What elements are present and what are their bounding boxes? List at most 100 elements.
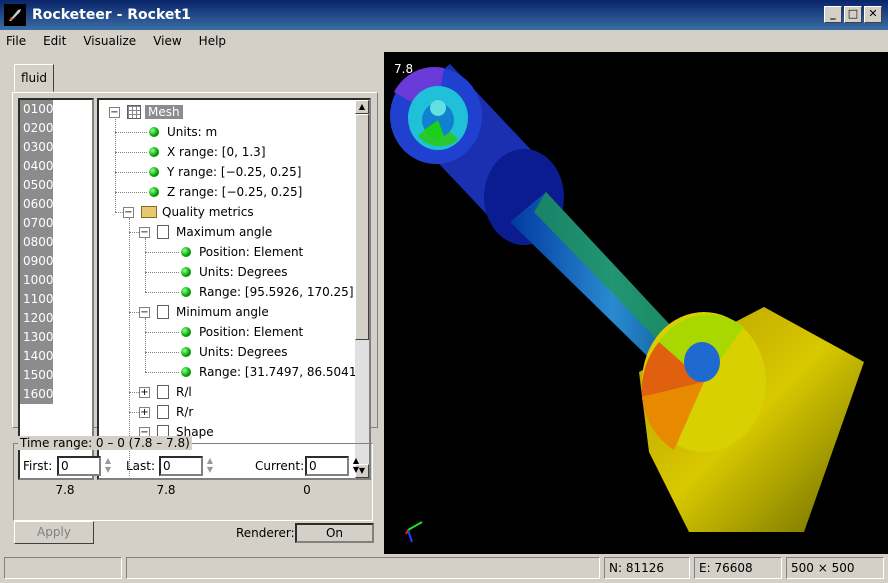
current-time-value: 0 (303, 483, 311, 497)
tree-node-minimum-angle[interactable]: − Minimum angle (139, 302, 269, 322)
list-item[interactable]: 0900 (20, 252, 54, 271)
current-spinner-icon[interactable]: ▲ ▼ (350, 456, 362, 476)
leaf-dot-icon (181, 347, 191, 357)
apply-button[interactable]: Apply (14, 521, 94, 544)
leaf-dot-icon (181, 267, 191, 277)
first-field[interactable]: 0 (57, 456, 101, 476)
tree-leaf-label: Range: [31.7497, 86.5041] (199, 365, 362, 379)
list-item[interactable]: 0300 (20, 138, 54, 157)
renderer-toggle[interactable]: On (295, 523, 374, 543)
list-item[interactable]: 0800 (20, 233, 54, 252)
mesh-icon (127, 105, 141, 119)
tree-leaf-label: Position: Element (199, 245, 304, 259)
tree-leaf-z-range[interactable]: Z range: [−0.25, 0.25] (149, 182, 302, 202)
tree-leaf-label: Range: [95.5926, 170.25] (199, 285, 354, 299)
viewport-size: 500 × 500 (786, 557, 884, 579)
tree-leaf-units[interactable]: Units: m (149, 122, 217, 142)
list-item[interactable]: 0200 (20, 119, 54, 138)
list-item[interactable]: 1200 (20, 309, 54, 328)
scroll-thumb[interactable] (355, 114, 369, 340)
expand-icon[interactable]: + (139, 406, 150, 418)
tree-leaf-min-position[interactable]: Position: Element (181, 322, 303, 342)
collapse-icon[interactable]: − (109, 106, 120, 118)
expand-icon[interactable]: + (139, 386, 150, 398)
axis-z-icon (407, 529, 413, 543)
first-time-value: 7.8 (55, 483, 75, 497)
leaf-dot-icon (149, 147, 159, 157)
tree-leaf-max-position[interactable]: Position: Element (181, 242, 303, 262)
tree-leaf-label: Units: Degrees (199, 265, 288, 279)
menu-view[interactable]: View (147, 34, 186, 48)
tree-node-label: Quality metrics (162, 205, 254, 219)
document-icon (157, 405, 169, 419)
tree-node-label: R/l (176, 385, 192, 399)
list-item[interactable]: 1100 (20, 290, 54, 309)
menu-edit[interactable]: Edit (37, 34, 71, 48)
tree-leaf-max-units[interactable]: Units: Degrees (181, 262, 287, 282)
time-range-group: Time range: 0 – 0 (7.8 – 7.8) First: 0 ▲… (13, 436, 373, 521)
collapse-icon[interactable]: − (139, 226, 150, 238)
scroll-up-icon[interactable]: ▲ (355, 100, 369, 114)
menu-bar: File Edit Visualize View Help (0, 30, 888, 52)
list-item[interactable]: 0100 (20, 100, 54, 119)
status-bar: N: 81126 E: 76608 500 × 500 (0, 554, 888, 583)
maximize-button[interactable]: □ (844, 6, 862, 23)
leaf-dot-icon (149, 187, 159, 197)
leaf-dot-icon (181, 287, 191, 297)
tree-leaf-min-units[interactable]: Units: Degrees (181, 342, 287, 362)
render-viewport[interactable]: 7.8 (384, 52, 888, 554)
document-icon (157, 305, 169, 319)
node-count: N: 81126 (604, 557, 690, 579)
collapse-icon[interactable]: − (139, 306, 150, 318)
list-item[interactable]: 1000 (20, 271, 54, 290)
tree-node-label: Minimum angle (176, 305, 269, 319)
attribute-tree[interactable]: − Mesh Units: m X range: [0, 1.3] Y rang… (97, 98, 371, 480)
tree-leaf-y-range[interactable]: Y range: [−0.25, 0.25] (149, 162, 301, 182)
minimize-button[interactable]: _ (824, 6, 842, 23)
tree-node-mesh[interactable]: − Mesh (109, 102, 183, 122)
tree-leaf-label: Position: Element (199, 325, 304, 339)
tree-node-rr[interactable]: + R/r (139, 402, 193, 422)
tab-fluid[interactable]: fluid (14, 64, 54, 92)
left-pane: fluid 0100 0200 0300 0400 0500 0600 0700… (0, 52, 384, 554)
last-spinner-icon[interactable]: ▲ ▼ (204, 456, 216, 476)
title-bar: Rocketeer - Rocket1 _ □ ✕ (0, 0, 888, 30)
list-item[interactable]: 1500 (20, 366, 54, 385)
menu-visualize[interactable]: Visualize (77, 34, 141, 48)
tree-leaf-label: Y range: [−0.25, 0.25] (167, 165, 302, 179)
list-item[interactable]: 0700 (20, 214, 54, 233)
tree-leaf-min-range[interactable]: Range: [31.7497, 86.5041] (181, 362, 361, 382)
collapse-icon[interactable]: − (123, 206, 134, 218)
tree-leaf-label: Z range: [−0.25, 0.25] (167, 185, 303, 199)
first-spinner-icon[interactable]: ▲ ▼ (102, 456, 114, 476)
element-count: E: 76608 (694, 557, 782, 579)
current-field[interactable]: 0 (305, 456, 349, 476)
tree-node-label: Maximum angle (176, 225, 273, 239)
tree-node-rl[interactable]: + R/l (139, 382, 192, 402)
menu-help[interactable]: Help (193, 34, 231, 48)
menu-file[interactable]: File (0, 34, 31, 48)
tree-leaf-x-range[interactable]: X range: [0, 1.3] (149, 142, 266, 162)
list-item[interactable]: 0400 (20, 157, 54, 176)
list-item[interactable]: 1300 (20, 328, 54, 347)
tree-scrollbar[interactable]: ▲ ▼ (355, 100, 369, 478)
time-range-title: Time range: 0 – 0 (7.8 – 7.8) (18, 436, 192, 450)
rocket-mesh-render (390, 64, 864, 543)
tree-leaf-label: X range: [0, 1.3] (167, 145, 266, 159)
tree-leaf-max-range[interactable]: Range: [95.5926, 170.25] (181, 282, 354, 302)
axis-x-icon (405, 529, 409, 535)
time-step-list[interactable]: 0100 0200 0300 0400 0500 0600 0700 0800 … (18, 98, 94, 480)
last-time-value: 7.8 (156, 483, 176, 497)
close-button[interactable]: ✕ (864, 6, 882, 23)
list-item[interactable]: 1600 (20, 385, 54, 404)
last-field[interactable]: 0 (159, 456, 203, 476)
tree-node-maximum-angle[interactable]: − Maximum angle (139, 222, 272, 242)
tree-leaf-label: Units: Degrees (199, 345, 288, 359)
list-item[interactable]: 1400 (20, 347, 54, 366)
rocket-icon (4, 4, 26, 26)
viewport-time-label: 7.8 (394, 62, 414, 76)
leaf-dot-icon (181, 367, 191, 377)
tree-node-quality-metrics[interactable]: − Quality metrics (123, 202, 254, 222)
list-item[interactable]: 0500 (20, 176, 54, 195)
list-item[interactable]: 0600 (20, 195, 54, 214)
